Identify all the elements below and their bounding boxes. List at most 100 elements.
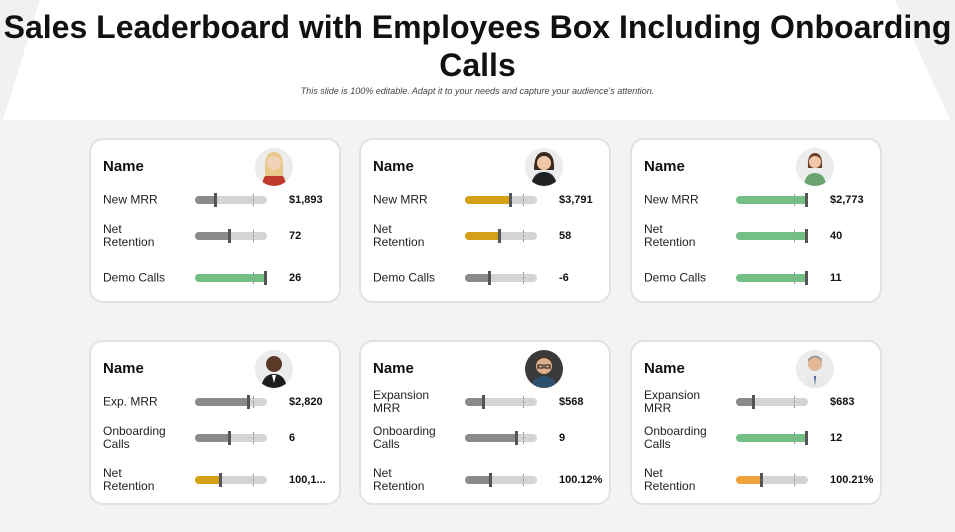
metric-value: 6 <box>289 432 296 444</box>
metric-label: New MRR <box>103 192 158 207</box>
metric-row: Net Retention 40 <box>644 222 874 250</box>
metric-row: New MRR $1,893 <box>103 186 333 214</box>
employee-card: Name New MRR $3,791 Net Retention 58 Demo Cal… <box>359 138 611 303</box>
metric-label: Net Retention <box>373 222 425 249</box>
man-glasses-avatar-icon <box>525 350 563 388</box>
metric-row: Net Retention 72 <box>103 222 333 250</box>
target-tick <box>523 230 524 242</box>
metric-row: Expansion MRR $683 <box>644 388 874 416</box>
value-marker <box>515 431 518 445</box>
target-tick <box>794 396 795 408</box>
bullet-bar <box>465 193 537 207</box>
metric-value: $3,791 <box>559 194 593 206</box>
bullet-bar-fill <box>736 274 808 282</box>
metric-label: New MRR <box>644 192 699 207</box>
value-marker <box>489 473 492 487</box>
employee-name: Name <box>644 158 685 175</box>
value-marker <box>214 193 217 207</box>
employee-card: Name Exp. MRR $2,820 Onboarding Calls 6 Net R… <box>89 340 341 505</box>
metric-row: Exp. MRR $2,820 <box>103 388 333 416</box>
metric-label: Net Retention <box>103 222 155 249</box>
bullet-bar <box>465 431 537 445</box>
metric-value: 12 <box>830 432 843 444</box>
value-marker <box>805 193 808 207</box>
metric-label: Demo Calls <box>373 270 436 285</box>
target-tick <box>253 230 254 242</box>
metric-value: 9 <box>559 432 566 444</box>
metric-value: $683 <box>830 396 855 408</box>
bullet-bar <box>195 229 267 243</box>
target-tick <box>523 272 524 284</box>
employee-name: Name <box>644 360 685 377</box>
value-marker <box>488 271 491 285</box>
metric-row: Onboarding Calls 6 <box>103 424 333 452</box>
bullet-bar-fill <box>195 232 231 240</box>
target-tick <box>253 396 254 408</box>
metric-value: 100,1... <box>289 474 326 486</box>
metric-value: -6 <box>559 272 569 284</box>
metric-row: Demo Calls 11 <box>644 264 874 292</box>
page-subtitle: This slide is 100% editable. Adapt it to… <box>300 86 655 96</box>
metric-value: 72 <box>289 230 302 242</box>
bullet-bar <box>736 271 808 285</box>
target-tick <box>523 194 524 206</box>
woman-brunette-avatar-icon <box>525 148 563 186</box>
bullet-bar-fill <box>736 434 808 442</box>
value-marker <box>805 271 808 285</box>
man-suit-avatar-icon <box>255 350 293 388</box>
metric-row: Onboarding Calls 12 <box>644 424 874 452</box>
bullet-bar-fill <box>195 434 231 442</box>
metric-row: Expansion MRR $568 <box>373 388 603 416</box>
man-gray-hair-avatar-icon <box>796 350 834 388</box>
metric-row: Net Retention 58 <box>373 222 603 250</box>
metric-value: $568 <box>559 396 584 408</box>
target-tick <box>523 432 524 444</box>
bullet-bar-fill <box>736 476 763 484</box>
metric-label: Net Retention <box>373 466 425 493</box>
metric-label: Demo Calls <box>103 270 166 285</box>
target-tick <box>794 194 795 206</box>
value-marker <box>247 395 250 409</box>
bullet-bar-fill <box>736 232 808 240</box>
bullet-bar <box>195 193 267 207</box>
metric-value: $1,893 <box>289 194 323 206</box>
metric-row: Net Retention 100.12% <box>373 466 603 494</box>
target-tick <box>794 272 795 284</box>
bullet-bar <box>465 229 537 243</box>
metric-row: Demo Calls 26 <box>103 264 333 292</box>
metric-row: Demo Calls -6 <box>373 264 603 292</box>
metric-label: Onboarding Calls <box>103 424 166 451</box>
bullet-bar <box>465 395 537 409</box>
metric-label: Expansion MRR <box>373 388 430 415</box>
bullet-bar-fill <box>465 196 512 204</box>
metric-label: Expansion MRR <box>644 388 701 415</box>
metric-row: Net Retention 100,1... <box>103 466 333 494</box>
value-marker <box>509 193 512 207</box>
metric-row: Net Retention 100.21% <box>644 466 874 494</box>
employee-card: Name Expansion MRR $683 Onboarding Calls 12 N… <box>630 340 882 505</box>
value-marker <box>264 271 267 285</box>
employee-name: Name <box>103 158 144 175</box>
bullet-bar <box>736 229 808 243</box>
metric-value: $2,820 <box>289 396 323 408</box>
metric-value: 100.12% <box>559 474 603 486</box>
bullet-bar-fill <box>736 196 808 204</box>
metric-label: Net Retention <box>644 222 696 249</box>
employee-name: Name <box>373 158 414 175</box>
bullet-bar <box>736 431 808 445</box>
target-tick <box>253 272 254 284</box>
employee-card: Name New MRR $1,893 Net Retention 72 Demo Cal… <box>89 138 341 303</box>
bullet-bar-fill <box>195 274 267 282</box>
metric-value: 100.21% <box>830 474 874 486</box>
metric-value: 26 <box>289 272 302 284</box>
bullet-bar-fill <box>195 476 222 484</box>
target-tick <box>794 432 795 444</box>
metric-row: New MRR $2,773 <box>644 186 874 214</box>
target-tick <box>794 474 795 486</box>
bullet-bar <box>465 473 537 487</box>
target-tick <box>253 474 254 486</box>
bullet-bar <box>736 473 808 487</box>
value-marker <box>498 229 501 243</box>
value-marker <box>228 431 231 445</box>
metric-value: $2,773 <box>830 194 864 206</box>
